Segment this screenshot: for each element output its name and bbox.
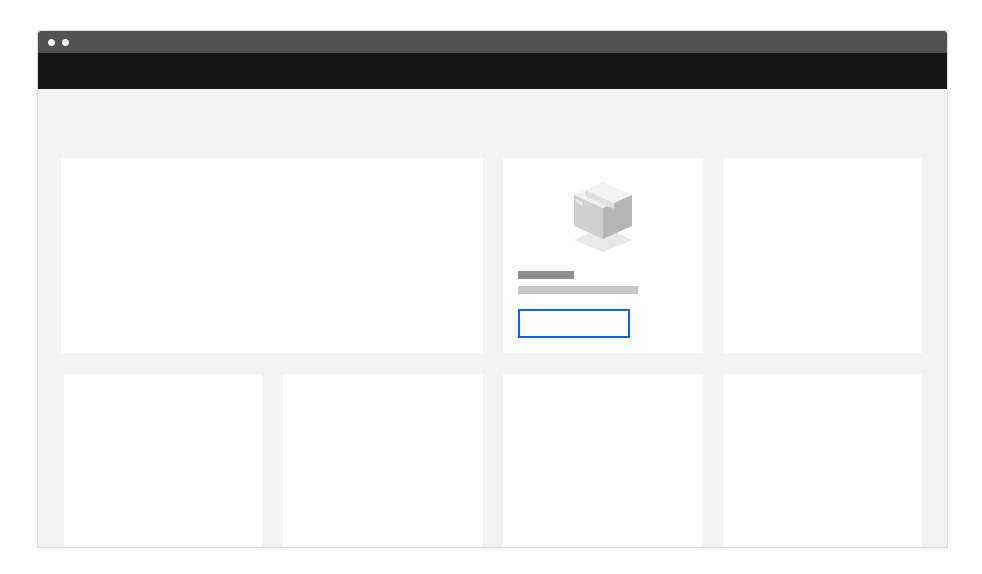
window-titlebar — [38, 31, 947, 53]
product-description-placeholder — [518, 286, 638, 294]
product-card — [503, 158, 703, 353]
package-box-icon — [574, 182, 632, 252]
window-control-dot[interactable] — [48, 39, 55, 46]
product-action-button[interactable] — [518, 309, 630, 338]
content-card — [503, 374, 703, 547]
content-card — [724, 374, 922, 547]
browser-window — [38, 31, 947, 547]
window-control-dot[interactable] — [62, 39, 69, 46]
product-title-placeholder — [518, 271, 574, 279]
promo-card — [724, 158, 922, 353]
content-card — [64, 374, 262, 547]
content-card — [283, 374, 483, 547]
hero-card — [61, 158, 483, 353]
top-navigation-bar — [38, 53, 947, 89]
